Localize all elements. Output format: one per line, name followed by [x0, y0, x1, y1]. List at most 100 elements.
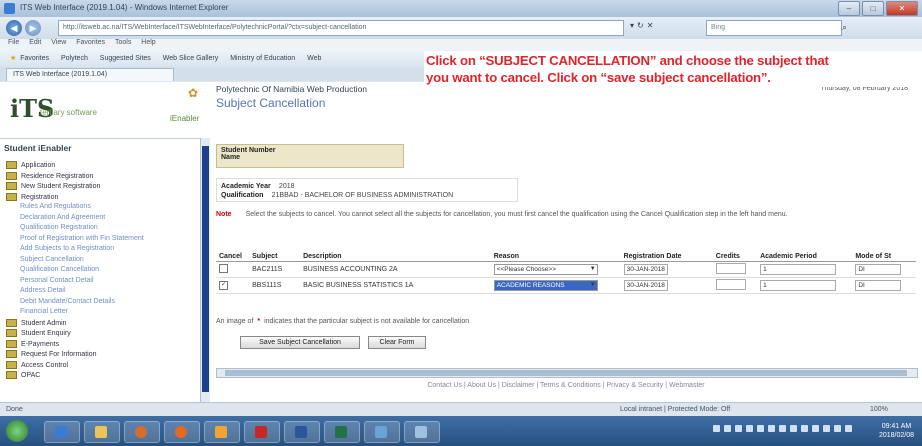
registration-date-cell: 30-JAN-2018: [620, 277, 713, 294]
legend-prefix: An image of: [216, 318, 254, 325]
menu-edit[interactable]: Edit: [29, 39, 41, 46]
taskbar-word-button[interactable]: [284, 421, 320, 443]
favorites-button[interactable]: Favorites: [20, 55, 49, 62]
favorite-link[interactable]: Ministry of Education: [230, 55, 295, 62]
tray-icon[interactable]: [801, 425, 808, 432]
sidebar-item-add-subjects-to-a-registration[interactable]: Add Subjects to a Registration: [20, 245, 114, 252]
sidebar-item-student-enquiry[interactable]: Student Enquiry: [6, 329, 71, 337]
portal-name: iEnabler: [170, 114, 200, 123]
minimize-button[interactable]: –: [838, 1, 860, 16]
menu-file[interactable]: File: [8, 39, 19, 46]
sidebar-item-address-detail[interactable]: Address Detail: [20, 287, 66, 294]
column-header: Description: [300, 252, 491, 262]
dropdown-icon[interactable]: ▾: [630, 21, 634, 30]
menu-favorites[interactable]: Favorites: [76, 39, 105, 46]
favorite-link[interactable]: Web Slice Gallery: [163, 55, 219, 62]
taskbar-clock[interactable]: 09:41 AM 2018/02/08: [879, 422, 914, 440]
scrollbar-thumb[interactable]: [202, 146, 209, 392]
mode-cell: DI: [852, 261, 916, 278]
tray-icon[interactable]: [724, 425, 731, 432]
sidebar-item-opac[interactable]: OPAC: [6, 371, 40, 379]
menu-help[interactable]: Help: [141, 39, 155, 46]
table-row: ✓ BBS111S BASIC BUSINESS STATISTICS 1A ACAD…: [216, 277, 916, 294]
sidebar-item-access-control[interactable]: Access Control: [6, 361, 68, 369]
menu-bar: File Edit View Favorites Tools Help: [0, 39, 922, 50]
callout-line-2: you want to cancel. Click on “save subje…: [426, 70, 771, 85]
tray-icon[interactable]: [779, 425, 786, 432]
portal-icon: ✿: [188, 86, 199, 100]
tray-icon[interactable]: [823, 425, 830, 432]
taskbar-app-button[interactable]: [364, 421, 400, 443]
maximize-button[interactable]: □: [862, 1, 884, 16]
sidebar-item-registration[interactable]: Registration: [6, 193, 58, 201]
tray-icon[interactable]: [735, 425, 742, 432]
browser-tab[interactable]: ITS Web Interface (2019.1.04): [6, 68, 174, 81]
taskbar-firefox-button[interactable]: [164, 421, 200, 443]
note-text: Note Select the subjects to cancel. You c…: [216, 210, 906, 219]
reason-select[interactable]: ACADEMIC REASONS ▼: [493, 280, 598, 291]
cancel-checkbox[interactable]: [219, 264, 228, 273]
system-tray: [713, 425, 852, 432]
sidebar-item-declaration-and-agreement[interactable]: Declaration And Agreement: [20, 214, 105, 221]
taskbar-acrobat-button[interactable]: [244, 421, 280, 443]
tray-icon[interactable]: [768, 425, 775, 432]
note-body: Select the subjects to cancel. You canno…: [245, 211, 788, 218]
taskbar-app-button[interactable]: [404, 421, 440, 443]
cancel-checkbox[interactable]: ✓: [219, 281, 228, 290]
taskbar-ie-button[interactable]: [44, 421, 80, 443]
sidebar-item-e-payments[interactable]: E-Payments: [6, 340, 59, 348]
taskbar-media-button[interactable]: [124, 421, 160, 443]
sidebar-item-request-for-information[interactable]: Request For Information: [6, 350, 96, 358]
footer-links[interactable]: Contact Us | About Us | Disclaimer | Ter…: [210, 382, 922, 389]
favorite-link[interactable]: Polytech: [61, 55, 88, 62]
qualification-value: 21BBAD - BACHELOR OF BUSINESS ADMINISTRA…: [271, 192, 454, 199]
refresh-icon[interactable]: ↻: [637, 21, 644, 30]
favorite-link[interactable]: Web: [307, 55, 321, 62]
period-cell: 1: [757, 261, 853, 278]
menu-view[interactable]: View: [51, 39, 66, 46]
sidebar-item-personal-contact-detail[interactable]: Personal Contact Detail: [20, 277, 94, 284]
sidebar-item-qualification-cancellation[interactable]: Qualification Cancellation: [20, 266, 99, 273]
back-arrow-icon[interactable]: ◀: [6, 20, 22, 36]
sidebar-item-rules-and-regulations[interactable]: Rules And Regulations: [20, 203, 91, 210]
tray-icon[interactable]: [713, 425, 720, 432]
search-input[interactable]: Bing: [706, 20, 842, 36]
menu-tools[interactable]: Tools: [115, 39, 131, 46]
zoom-level[interactable]: 100%: [870, 406, 888, 413]
sidebar-item-qualification-registration[interactable]: Qualification Registration: [20, 224, 98, 231]
start-button[interactable]: [6, 420, 28, 442]
address-bar[interactable]: http://itsweb.ac.na/ITS/WebInterface/ITS…: [58, 20, 624, 36]
sidebar-item-residence-registration[interactable]: Residence Registration: [6, 172, 93, 180]
sidebar-item-new-student-registration[interactable]: New Student Registration: [6, 182, 100, 190]
forward-arrow-icon[interactable]: ▶: [25, 20, 41, 36]
sidebar-scrollbar[interactable]: [200, 138, 210, 402]
taskbar-explorer-button[interactable]: [84, 421, 120, 443]
tray-icon[interactable]: [834, 425, 841, 432]
clear-form-button[interactable]: Clear Form: [368, 336, 426, 349]
reason-select[interactable]: <<Please Choose>> ▼: [493, 264, 598, 275]
taskbar-outlook-button[interactable]: [204, 421, 240, 443]
tray-icon[interactable]: [812, 425, 819, 432]
close-button[interactable]: ✕: [886, 1, 918, 16]
sidebar-item-proof-of-registration-with-fin-statement[interactable]: Proof of Registration with Fin Statement: [20, 235, 144, 242]
scrollbar-thumb[interactable]: [225, 370, 907, 376]
sidebar-item-student-admin[interactable]: Student Admin: [6, 319, 67, 327]
taskbar-excel-button[interactable]: [324, 421, 360, 443]
sidebar-item-financial-letter[interactable]: Financial Letter: [20, 308, 68, 315]
sidebar-item-application[interactable]: Application: [6, 161, 55, 169]
save-subject-cancellation-button[interactable]: Save Subject Cancellation: [240, 336, 360, 349]
reason-value: <<Please Choose>>: [496, 266, 556, 273]
mode-of-study: DI: [855, 264, 902, 275]
sidebar-item-subject-cancellation[interactable]: Subject Cancellation: [20, 256, 84, 263]
stop-icon[interactable]: ✕: [647, 21, 654, 30]
tray-icon[interactable]: [746, 425, 753, 432]
media-icon: [135, 426, 147, 438]
tray-icon[interactable]: [790, 425, 797, 432]
tray-icon[interactable]: [757, 425, 764, 432]
search-icon[interactable]: ⌕: [842, 22, 847, 33]
windows-taskbar: 09:41 AM 2018/02/08: [0, 416, 922, 446]
horizontal-scrollbar[interactable]: [216, 368, 918, 378]
tray-icon[interactable]: [845, 425, 852, 432]
favorite-link[interactable]: Suggested Sites: [100, 55, 151, 62]
sidebar-item-debit-mandate-contact-details[interactable]: Debit Mandate/Contact Details: [20, 298, 115, 305]
